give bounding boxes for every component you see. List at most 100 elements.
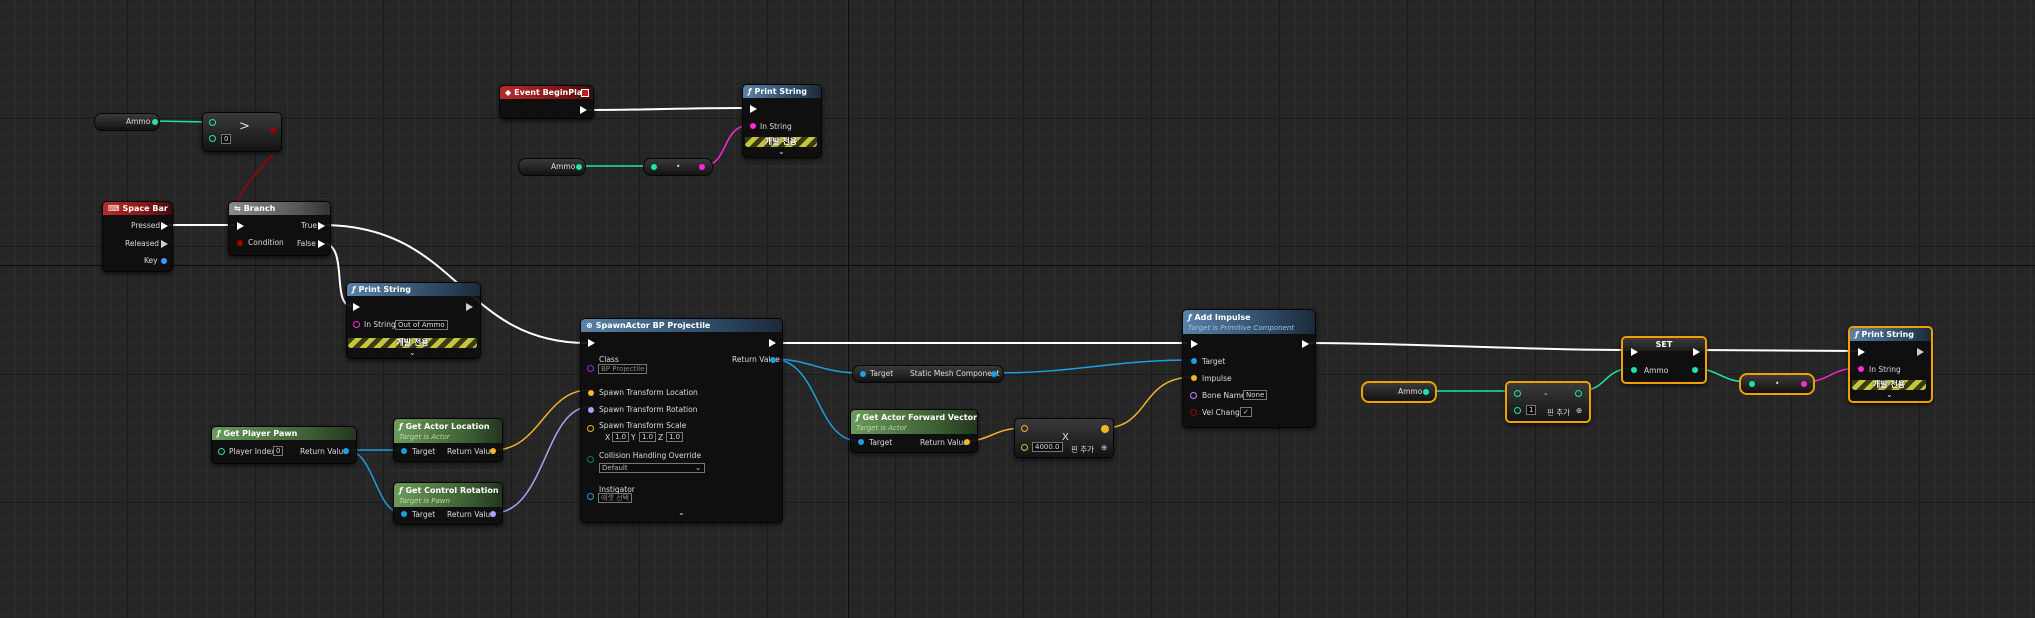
greater-than-node[interactable]: 0 > bbox=[202, 112, 282, 152]
exec-out-pin[interactable] bbox=[769, 339, 776, 347]
pressed-exec-pin[interactable] bbox=[161, 222, 168, 230]
multiply-node[interactable]: X 4000.0 핀 추가 ⊕ bbox=[1014, 418, 1114, 458]
wire-exec-set-print3[interactable] bbox=[1695, 349, 1859, 352]
expand-chevron-icon[interactable]: ⌄ bbox=[778, 147, 785, 156]
b-value-field[interactable]: 4000.0 bbox=[1032, 442, 1063, 452]
class-pin[interactable] bbox=[587, 365, 594, 372]
subtract-node[interactable]: - 1 핀 추가 ⊕ bbox=[1505, 381, 1591, 423]
wire-vector-loc-spawn[interactable] bbox=[493, 389, 590, 451]
b-value-field[interactable]: 1 bbox=[1526, 405, 1537, 415]
in-string-pin[interactable] bbox=[750, 123, 756, 129]
a-input-pin[interactable] bbox=[209, 119, 216, 126]
expand-chevron-icon[interactable]: ⌄ bbox=[678, 508, 685, 517]
exec-out-pin[interactable] bbox=[580, 106, 587, 114]
expand-chevron-icon[interactable]: ⌄ bbox=[1886, 390, 1893, 399]
get-actor-location-node[interactable]: ƒ Get Actor Location Target is Actor Targe… bbox=[393, 418, 503, 462]
target-pin[interactable] bbox=[858, 439, 864, 445]
add-pin-plus-icon[interactable]: ⊕ bbox=[1576, 406, 1582, 415]
exec-out-pin[interactable] bbox=[466, 303, 473, 311]
ammo-output-pin[interactable] bbox=[152, 119, 158, 125]
conv-output-pin[interactable] bbox=[1801, 381, 1807, 387]
conv-output-pin[interactable] bbox=[699, 164, 705, 170]
ammo-output-pin[interactable] bbox=[576, 164, 582, 170]
target-pin[interactable] bbox=[401, 448, 407, 454]
scale-x-field[interactable]: 1.0 bbox=[612, 432, 630, 442]
add-pin-plus-icon[interactable]: ⊕ bbox=[1101, 443, 1107, 452]
vel-change-pin[interactable] bbox=[1190, 409, 1197, 416]
exec-out-pin[interactable] bbox=[1302, 340, 1309, 348]
class-dropdown[interactable]: BP Projectile bbox=[598, 364, 648, 374]
exec-in-pin[interactable] bbox=[237, 222, 244, 230]
conv-input-pin[interactable] bbox=[1749, 381, 1755, 387]
bone-name-pin[interactable] bbox=[1190, 392, 1197, 399]
collision-dropdown[interactable]: Default bbox=[599, 463, 705, 473]
wire-vector-multiply-impulse[interactable] bbox=[1103, 376, 1194, 429]
b-input-pin[interactable] bbox=[209, 135, 216, 142]
static-mesh-component-node[interactable]: Target Static Mesh Component bbox=[852, 365, 1004, 383]
spawn-rotation-pin[interactable] bbox=[588, 407, 594, 413]
set-ammo-node[interactable]: SET Ammo bbox=[1621, 336, 1707, 384]
target-pin[interactable] bbox=[1191, 358, 1197, 364]
a-input-pin[interactable] bbox=[1021, 425, 1028, 432]
exec-out-pin[interactable] bbox=[1693, 348, 1700, 356]
print-string-node-1[interactable]: ƒ Print String In String 개발 전용 ⌄ bbox=[742, 84, 822, 158]
b-input-pin[interactable] bbox=[1021, 444, 1028, 451]
ammo-output-pin[interactable] bbox=[1692, 367, 1698, 373]
boolean-output-pin[interactable] bbox=[270, 127, 276, 133]
false-exec-pin[interactable] bbox=[318, 240, 325, 248]
spawn-location-pin[interactable] bbox=[588, 390, 594, 396]
exec-out-pin[interactable] bbox=[1917, 348, 1924, 356]
player-index-field[interactable]: 0 bbox=[273, 446, 284, 456]
target-pin[interactable] bbox=[401, 511, 407, 517]
output-pin[interactable] bbox=[1101, 425, 1109, 433]
exec-in-pin[interactable] bbox=[1858, 348, 1865, 356]
space-bar-event-node[interactable]: ⌨ Space Bar Pressed Released Key bbox=[102, 201, 173, 272]
exec-in-pin[interactable] bbox=[353, 303, 360, 311]
ammo-get-node-3[interactable]: Ammo bbox=[1361, 381, 1437, 403]
exec-in-pin[interactable] bbox=[1631, 348, 1638, 356]
branch-node[interactable]: ⇆ Branch Condition True False bbox=[228, 201, 331, 256]
spawn-scale-pin[interactable] bbox=[587, 425, 594, 432]
exec-out-pin[interactable] bbox=[808, 105, 815, 113]
exec-in-pin[interactable] bbox=[588, 339, 595, 347]
instigator-dropdown[interactable]: 애셋 선택 bbox=[598, 493, 632, 503]
in-string-field[interactable]: Out of Ammo bbox=[395, 320, 448, 330]
ammo-get-node-2[interactable]: Ammo bbox=[518, 158, 586, 176]
exec-in-pin[interactable] bbox=[1191, 340, 1198, 348]
vel-change-checkbox[interactable]: ✓ bbox=[1240, 407, 1252, 417]
print-string-node-2[interactable]: ƒ Print String In String Out of Ammo 개발 전… bbox=[346, 282, 481, 359]
collision-pin[interactable] bbox=[587, 456, 594, 463]
event-beginplay-node[interactable]: ◆ Event BeginPlay bbox=[499, 85, 594, 119]
key-pin[interactable] bbox=[161, 258, 167, 264]
bone-name-field[interactable]: None bbox=[1243, 390, 1268, 400]
b-value-field[interactable]: 0 bbox=[221, 134, 232, 144]
a-input-pin[interactable] bbox=[1514, 390, 1521, 397]
wire-rotator-rot-spawn[interactable] bbox=[493, 406, 590, 514]
instigator-pin[interactable] bbox=[587, 493, 594, 500]
true-exec-pin[interactable] bbox=[318, 222, 325, 230]
get-control-rotation-node[interactable]: ƒ Get Control Rotation Target is Pawn Targ… bbox=[393, 482, 503, 525]
impulse-pin[interactable] bbox=[1191, 375, 1197, 381]
in-string-pin[interactable] bbox=[353, 321, 360, 328]
int-to-string-conversion-node-1[interactable]: • bbox=[643, 158, 713, 176]
wire-object-mesh-impulse-target[interactable] bbox=[993, 359, 1194, 374]
exec-in-pin[interactable] bbox=[750, 105, 757, 113]
expand-chevron-icon[interactable]: ⌄ bbox=[409, 348, 416, 357]
return-value-pin[interactable] bbox=[490, 448, 496, 454]
target-pin[interactable] bbox=[860, 371, 866, 377]
return-value-pin[interactable] bbox=[490, 511, 496, 517]
player-index-pin[interactable] bbox=[218, 448, 225, 455]
get-player-pawn-node[interactable]: ƒ Get Player Pawn Player Index 0 Return V… bbox=[211, 426, 357, 464]
conv-input-pin[interactable] bbox=[651, 164, 657, 170]
return-value-pin[interactable] bbox=[770, 357, 776, 363]
component-output-pin[interactable] bbox=[991, 371, 997, 377]
ammo-get-node-1[interactable]: Ammo bbox=[94, 113, 160, 131]
scale-y-field[interactable]: 1.0 bbox=[639, 432, 657, 442]
wire-exec-beginplay-print[interactable] bbox=[587, 107, 744, 111]
ammo-output-pin[interactable] bbox=[1423, 389, 1429, 395]
get-actor-forward-vector-node[interactable]: ƒ Get Actor Forward Vector Target is Actor… bbox=[850, 409, 978, 453]
output-pin[interactable] bbox=[1575, 390, 1582, 397]
print-string-node-3[interactable]: ƒ Print String In String 개발 전용 ⌄ bbox=[1848, 326, 1933, 403]
condition-pin[interactable] bbox=[237, 240, 243, 246]
released-exec-pin[interactable] bbox=[161, 240, 168, 248]
